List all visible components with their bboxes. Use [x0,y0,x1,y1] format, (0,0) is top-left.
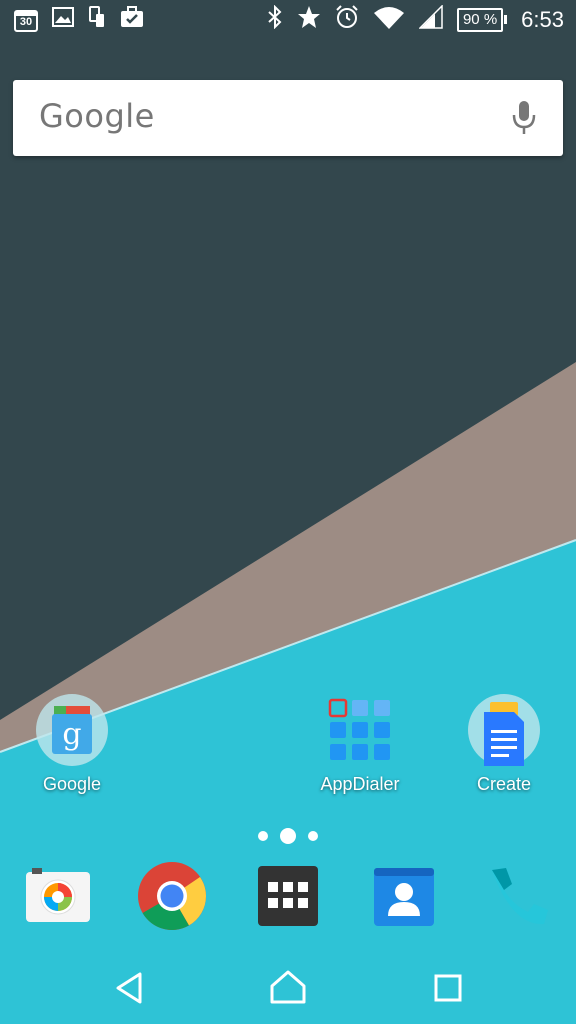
back-icon[interactable] [108,966,152,1010]
recents-icon[interactable] [426,966,470,1010]
wifi-icon [373,5,405,34]
calendar-day: 30 [19,15,33,28]
microphone-icon[interactable] [511,100,537,136]
cell-signal-icon [418,4,443,34]
battery-level: 90 % [456,7,504,32]
contacts-icon[interactable] [368,860,440,932]
navigation-bar [0,952,576,1024]
create-document-icon [466,692,542,768]
alarm-icon [335,5,359,34]
page-dot-current[interactable] [280,828,296,844]
gallery-icon [52,7,74,32]
star-icon [297,5,321,34]
svg-text:g: g [62,717,81,752]
app-drawer-icon[interactable] [252,860,324,932]
chrome-icon[interactable] [136,860,208,932]
app-label: Google [42,774,102,794]
device-sync-icon [88,6,106,33]
status-bar: 30 90 % 6:53 [0,0,576,40]
page-dot[interactable] [258,831,268,841]
camera-icon[interactable] [22,860,94,932]
app-label: Create [476,774,532,794]
bluetooth-icon [267,4,283,34]
calendar-icon: 30 [14,8,38,32]
appdialer-grid-icon [322,692,398,768]
page-dot[interactable] [308,831,318,841]
google-logo: Google [39,97,155,135]
app-label: AppDialer [320,774,400,794]
work-briefcase-icon [120,6,144,33]
phone-icon[interactable] [482,860,554,932]
home-icon[interactable] [266,966,310,1010]
google-search-bar[interactable]: Google [13,80,563,156]
battery-indicator: 90 % [456,7,508,32]
page-indicator [0,826,576,846]
clock: 6:53 [521,6,564,32]
google-search-app-icon: g [34,692,110,768]
